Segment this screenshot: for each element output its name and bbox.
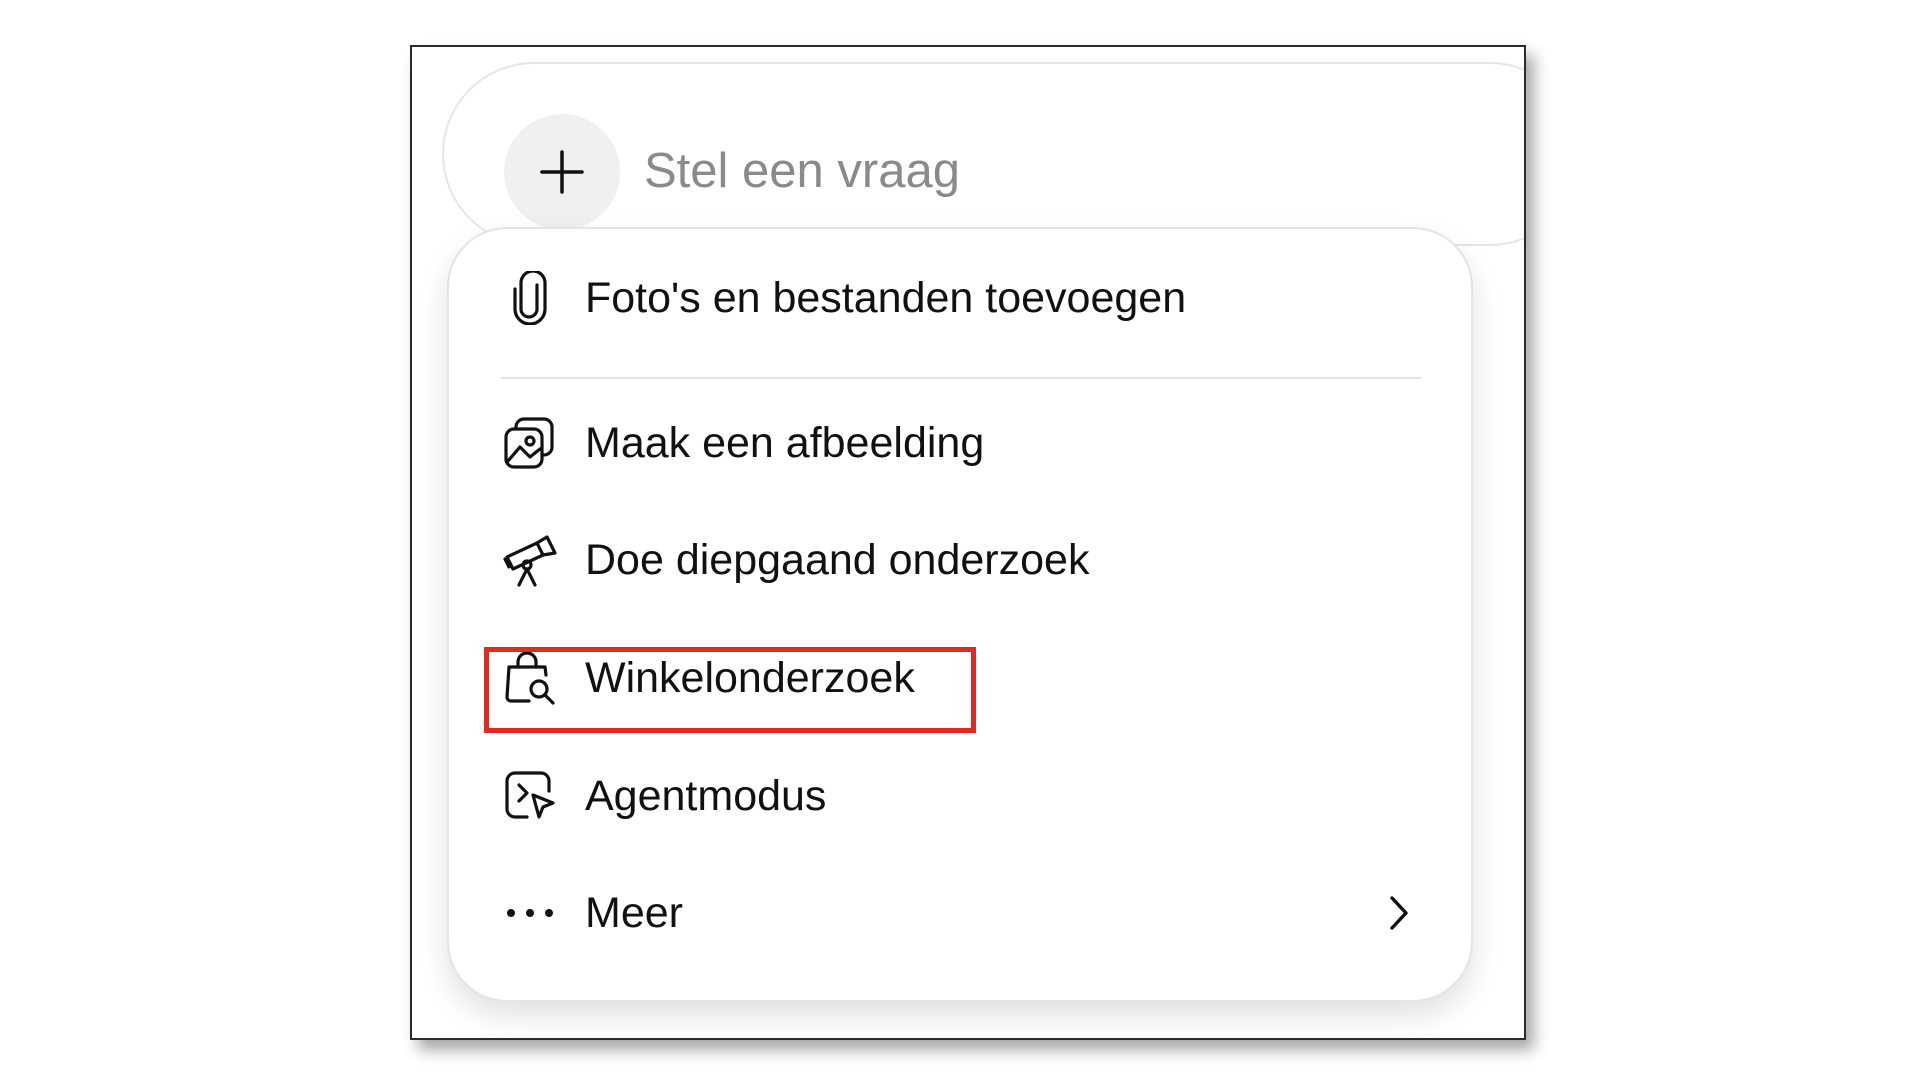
telescope-icon bbox=[501, 531, 559, 589]
menu-item-more[interactable]: Meer bbox=[449, 869, 1471, 957]
menu-item-label: Winkelonderzoek bbox=[585, 653, 915, 702]
menu-item-shopping-research[interactable]: Winkelonderzoek bbox=[449, 634, 1471, 722]
menu-item-label: Foto's en bestanden toevoegen bbox=[585, 273, 1187, 322]
menu-item-agent-mode[interactable]: Agentmodus bbox=[449, 752, 1471, 840]
shopping-bag-search-icon bbox=[501, 649, 559, 707]
menu-item-label: Maak een afbeelding bbox=[585, 418, 985, 467]
screenshot-frame: Foto's en bestanden toevoegen Maak een a… bbox=[410, 45, 1526, 1040]
menu-item-create-image[interactable]: Maak een afbeelding bbox=[449, 399, 1471, 487]
menu-item-label: Agentmodus bbox=[585, 771, 827, 820]
menu-item-label: Meer bbox=[585, 888, 683, 937]
menu-divider bbox=[501, 377, 1421, 379]
attachment-menu: Foto's en bestanden toevoegen Maak een a… bbox=[447, 227, 1473, 1002]
add-attachment-button[interactable] bbox=[504, 114, 620, 230]
menu-item-label: Doe diepgaand onderzoek bbox=[585, 535, 1090, 584]
chevron-right-icon bbox=[1379, 884, 1419, 942]
agent-cursor-icon bbox=[501, 767, 559, 825]
chat-composer bbox=[442, 62, 1524, 246]
menu-item-add-files[interactable]: Foto's en bestanden toevoegen bbox=[449, 254, 1471, 342]
ask-question-input[interactable] bbox=[644, 136, 1344, 206]
paperclip-icon bbox=[501, 269, 559, 327]
more-dots-icon bbox=[501, 884, 559, 942]
plus-icon bbox=[540, 150, 584, 194]
menu-item-deep-research[interactable]: Doe diepgaand onderzoek bbox=[449, 516, 1471, 604]
image-icon bbox=[501, 414, 559, 472]
